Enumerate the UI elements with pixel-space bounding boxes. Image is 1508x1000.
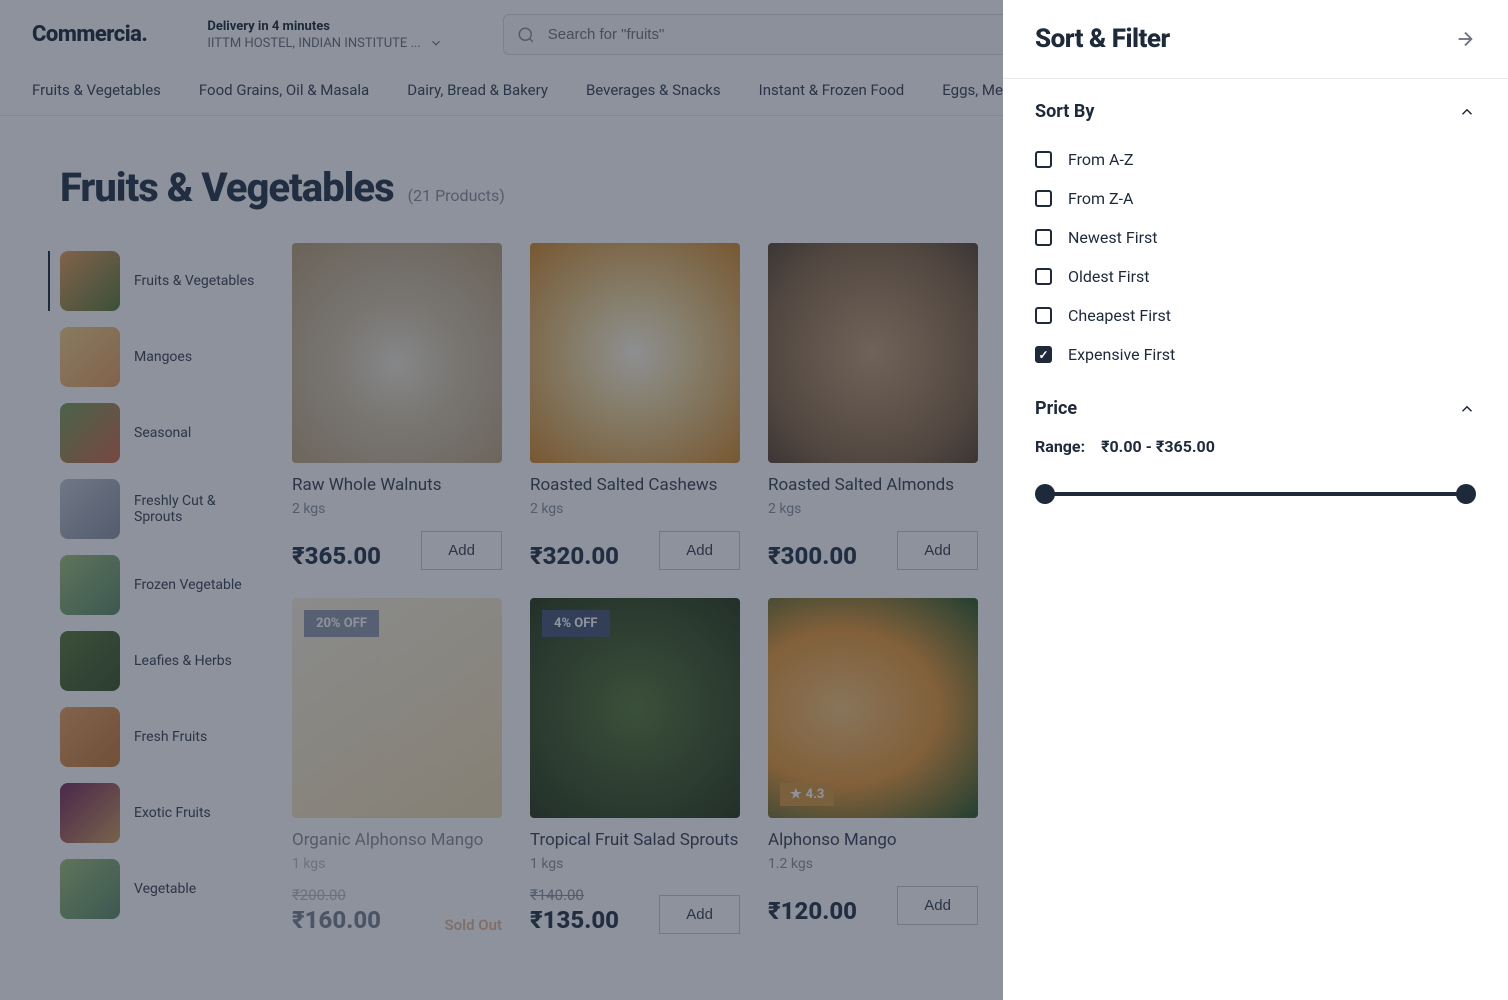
checkbox[interactable]: [1035, 307, 1052, 324]
close-arrow-icon[interactable]: [1454, 28, 1476, 50]
price-slider[interactable]: [1045, 484, 1466, 504]
checkbox[interactable]: [1035, 268, 1052, 285]
checkbox[interactable]: [1035, 190, 1052, 207]
checkbox[interactable]: [1035, 151, 1052, 168]
sort-option-4[interactable]: Cheapest First: [1035, 296, 1476, 335]
chevron-up-icon: [1458, 103, 1476, 121]
slider-thumb-min[interactable]: [1035, 484, 1055, 504]
slider-track: [1045, 492, 1466, 496]
option-label: Newest First: [1068, 228, 1158, 247]
sort-option-5[interactable]: Expensive First: [1035, 335, 1476, 374]
sort-option-2[interactable]: Newest First: [1035, 218, 1476, 257]
sort-by-title: Sort By: [1035, 101, 1094, 122]
checkbox[interactable]: [1035, 229, 1052, 246]
range-value: ₹0.00 - ₹365.00: [1101, 437, 1215, 456]
option-label: From A-Z: [1068, 150, 1133, 169]
option-label: From Z-A: [1068, 189, 1133, 208]
sort-option-3[interactable]: Oldest First: [1035, 257, 1476, 296]
chevron-up-icon: [1458, 400, 1476, 418]
price-header[interactable]: Price: [1035, 398, 1476, 419]
price-title: Price: [1035, 398, 1077, 419]
option-label: Oldest First: [1068, 267, 1150, 286]
slider-thumb-max[interactable]: [1456, 484, 1476, 504]
checkbox[interactable]: [1035, 346, 1052, 363]
range-label: Range:: [1035, 437, 1085, 456]
sort-option-0[interactable]: From A-Z: [1035, 140, 1476, 179]
option-label: Cheapest First: [1068, 306, 1171, 325]
panel-title: Sort & Filter: [1035, 24, 1170, 54]
sort-filter-panel: Sort & Filter Sort By From A-Z From Z-A Ne…: [1003, 0, 1508, 1000]
sort-option-1[interactable]: From Z-A: [1035, 179, 1476, 218]
sort-by-header[interactable]: Sort By: [1035, 101, 1476, 122]
option-label: Expensive First: [1068, 345, 1175, 364]
